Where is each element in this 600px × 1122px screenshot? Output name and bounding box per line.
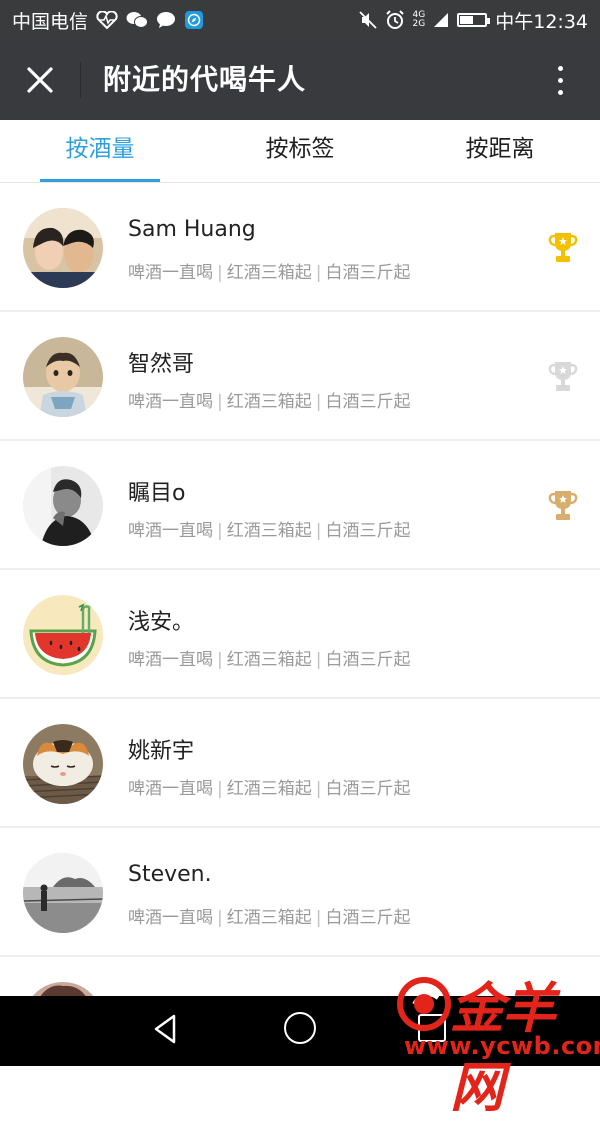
list-item[interactable]: 姚新宇 啤酒一直喝 | 红酒三箱起 | 白酒三斤起 (0, 699, 600, 828)
status-bar: 中国电信 4G 2G 中午12:34 (0, 0, 600, 40)
user-name: 瞩目o (128, 481, 186, 506)
drinking-tags: 啤酒一直喝 | 红酒三箱起 | 白酒三斤起 (128, 908, 411, 928)
avatar (23, 208, 103, 288)
battery-icon (457, 13, 491, 27)
tab-by-distance[interactable]: 按距离 (440, 120, 560, 182)
close-button[interactable] (20, 60, 60, 100)
user-name: 浅安。 (128, 610, 195, 635)
bronze-trophy-icon (548, 491, 578, 520)
user-name: 姚新宇 (128, 739, 195, 764)
user-name: Steven. (128, 862, 212, 887)
avatar (23, 337, 103, 417)
silver-trophy-icon (548, 362, 578, 391)
avatar (23, 724, 103, 804)
chat-bubble-icon (156, 11, 176, 29)
avatar (23, 466, 103, 546)
watermark-url: www.ycwb.com (404, 1032, 600, 1060)
network-type-indicator: 4G 2G (412, 10, 426, 29)
close-icon (27, 67, 53, 93)
header-bar: 附近的代喝牛人 (0, 40, 600, 120)
carrier-label: 中国电信 (12, 10, 89, 33)
clock-time: 中午12:34 (495, 10, 588, 33)
browser-compass-icon (184, 10, 204, 30)
health-heart-icon (96, 11, 118, 29)
drinker-list: Sam Huang 啤酒一直喝 | 红酒三箱起 | 白酒三斤起 智然哥 啤酒一直… (0, 183, 600, 1086)
more-dot-icon (557, 77, 563, 83)
user-name: 智然哥 (128, 352, 195, 377)
nav-back-button[interactable] (150, 1012, 184, 1046)
drinking-tags: 啤酒一直喝 | 红酒三箱起 | 白酒三斤起 (128, 650, 411, 670)
drinking-tags: 啤酒一直喝 | 红酒三箱起 | 白酒三斤起 (128, 263, 411, 283)
signal-icon (433, 12, 449, 28)
more-dot-icon (557, 65, 563, 71)
sort-tabs: 按酒量 按标签 按距离 (0, 120, 600, 183)
header-divider (80, 62, 81, 98)
list-item[interactable]: Sam Huang 啤酒一直喝 | 红酒三箱起 | 白酒三斤起 (0, 183, 600, 312)
gold-trophy-icon (548, 233, 578, 262)
tab-by-drinking-capacity[interactable]: 按酒量 (40, 120, 160, 182)
page-title: 附近的代喝牛人 (103, 63, 307, 96)
avatar (23, 595, 103, 675)
wechat-icon (126, 11, 149, 29)
mute-icon (358, 11, 377, 29)
drinking-tags: 啤酒一直喝 | 红酒三箱起 | 白酒三斤起 (128, 779, 411, 799)
user-name: Sam Huang (128, 217, 256, 242)
list-item[interactable]: Steven. 啤酒一直喝 | 红酒三箱起 | 白酒三斤起 (0, 828, 600, 957)
more-dot-icon (557, 89, 563, 95)
list-item[interactable]: 瞩目o 啤酒一直喝 | 红酒三箱起 | 白酒三斤起 (0, 441, 600, 570)
list-item[interactable]: 智然哥 啤酒一直喝 | 红酒三箱起 | 白酒三斤起 (0, 312, 600, 441)
active-tab-indicator (40, 179, 160, 182)
drinking-tags: 啤酒一直喝 | 红酒三箱起 | 白酒三斤起 (128, 521, 411, 541)
tab-by-tags[interactable]: 按标签 (240, 120, 360, 182)
alarm-clock-icon (385, 10, 405, 30)
drinking-tags: 啤酒一直喝 | 红酒三箱起 | 白酒三斤起 (128, 392, 411, 412)
avatar (23, 853, 103, 933)
more-options-button[interactable] (550, 60, 570, 100)
list-item[interactable]: 浅安。 啤酒一直喝 | 红酒三箱起 | 白酒三斤起 (0, 570, 600, 699)
nav-home-button[interactable] (284, 1012, 316, 1044)
